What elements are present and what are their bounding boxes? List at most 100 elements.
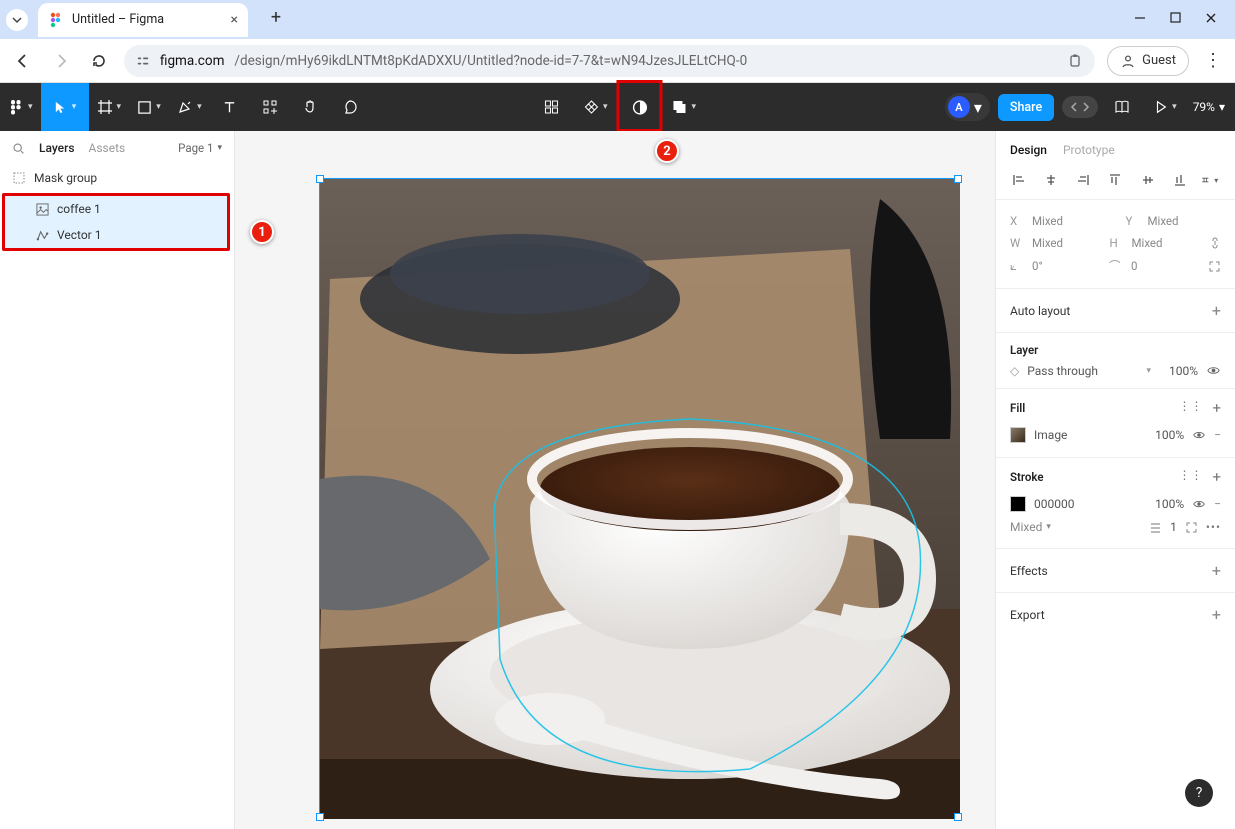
tab-search-button[interactable] [6,9,28,31]
assets-tab[interactable]: Assets [89,141,126,155]
play-icon [1154,100,1168,114]
add-stroke-button[interactable]: + [1212,468,1221,486]
layer-row-vector[interactable]: Vector 1 [5,222,227,248]
stroke-section: Stroke ⋮⋮ + 000000 100% − Mixed▾ 1 ••• [996,458,1235,549]
x-input[interactable]: Mixed [1032,214,1106,228]
components-button[interactable] [531,83,571,131]
fill-type[interactable]: Image [1034,428,1147,442]
window-minimize-button[interactable] [1134,12,1146,24]
multiplayer-avatars[interactable]: A ▾ [945,93,990,121]
w-input[interactable]: Mixed [1032,236,1090,250]
fill-swatch[interactable] [1010,427,1026,443]
chevron-down-icon: ▾ [217,143,222,153]
search-icon[interactable] [12,142,25,155]
window-maximize-button[interactable] [1170,12,1181,23]
export-section[interactable]: Export + [996,593,1235,636]
clipboard-icon[interactable] [1067,53,1083,69]
stroke-swatch[interactable] [1010,496,1026,512]
nav-back-button[interactable] [10,48,36,74]
hand-tool-button[interactable] [290,83,330,131]
align-hcenter-button[interactable] [1040,171,1062,189]
resources-button[interactable] [250,83,290,131]
zoom-value: 79% [1193,100,1215,114]
zoom-control[interactable]: 79% ▾ [1193,100,1225,114]
rotation-input[interactable]: 0° [1032,259,1089,273]
nav-reload-button[interactable] [86,48,112,74]
browser-tab[interactable]: Untitled – Figma × [38,3,248,37]
stroke-per-side-button[interactable] [1185,521,1198,534]
h-input[interactable]: Mixed [1132,236,1190,250]
comment-tool-button[interactable] [330,83,370,131]
add-fill-button[interactable]: + [1212,399,1221,417]
stroke-hex-input[interactable]: 000000 [1034,497,1147,511]
auto-layout-section[interactable]: Auto layout + [996,289,1235,333]
stroke-side-icon[interactable] [1149,521,1162,534]
profile-button[interactable]: Guest [1107,46,1189,76]
opacity-input[interactable]: 100% [1169,364,1198,378]
add-auto-layout-button[interactable]: + [1212,301,1221,320]
present-button[interactable]: ▾ [1146,83,1185,131]
align-left-button[interactable] [1008,171,1030,189]
fill-visibility-toggle[interactable] [1192,428,1206,442]
layer-name: Vector 1 [57,228,101,242]
page-label: Page 1 [178,141,213,155]
fill-opacity-input[interactable]: 100% [1155,428,1184,442]
fill-styles-button[interactable]: ⋮⋮ [1178,399,1202,417]
share-button[interactable]: Share [998,94,1054,121]
dev-mode-toggle[interactable] [1062,96,1098,118]
remove-stroke-button[interactable]: − [1214,497,1221,511]
stroke-weight-input[interactable]: 1 [1170,520,1177,534]
stroke-opacity-input[interactable]: 100% [1155,497,1184,511]
library-button[interactable] [1106,83,1138,131]
align-vcenter-button[interactable] [1137,171,1159,189]
align-top-button[interactable] [1104,171,1126,189]
effects-section[interactable]: Effects + [996,549,1235,593]
figma-logo-icon [8,99,24,115]
move-tool-button[interactable]: ▾ [41,83,89,131]
stroke-advanced-button[interactable]: ••• [1206,520,1221,534]
radius-input[interactable]: 0 [1131,259,1188,273]
layer-row-coffee[interactable]: coffee 1 [5,196,227,222]
selection-frame[interactable] [319,178,959,818]
stroke-styles-button[interactable]: ⋮⋮ [1178,468,1202,486]
add-export-button[interactable]: + [1212,605,1221,624]
canvas[interactable] [235,131,995,829]
distribute-button[interactable]: ▾ [1201,171,1223,189]
layers-tab[interactable]: Layers [39,141,75,155]
align-right-button[interactable] [1072,171,1094,189]
frame-tool-button[interactable]: ▾ [89,83,130,131]
boolean-ops-button[interactable]: ▾ [664,83,705,131]
shape-tool-button[interactable]: ▾ [129,83,169,131]
independent-corners-button[interactable] [1208,260,1221,273]
constrain-proportions-button[interactable] [1209,236,1221,250]
mask-button[interactable] [620,83,660,131]
add-effect-button[interactable]: + [1212,561,1221,580]
window-close-button[interactable] [1205,12,1217,24]
url-input[interactable]: figma.com/design/mHy69ikdLNTMt8pKdADXXU/… [124,45,1095,77]
blend-mode-select[interactable]: Pass through [1027,364,1138,378]
help-button[interactable]: ? [1185,779,1213,807]
tab-design[interactable]: Design [1010,143,1047,157]
layer-row-mask-group[interactable]: Mask group [0,165,234,191]
code-icon [1070,100,1090,114]
browser-menu-button[interactable]: ⋮ [1201,50,1225,71]
frame-icon [97,99,113,115]
diamond-icon [583,99,599,115]
y-input[interactable]: Mixed [1148,214,1222,228]
align-bottom-button[interactable] [1169,171,1191,189]
main-menu-button[interactable]: ▾ [0,83,41,131]
nav-forward-button[interactable] [48,48,74,74]
new-tab-button[interactable]: + [262,4,290,32]
stroke-visibility-toggle[interactable] [1192,497,1206,511]
visibility-toggle[interactable] [1206,363,1221,378]
pen-tool-button[interactable]: ▾ [169,83,210,131]
create-component-button[interactable]: ▾ [575,83,616,131]
remove-fill-button[interactable]: − [1214,428,1221,442]
close-tab-button[interactable]: × [231,12,238,28]
page-select[interactable]: Page 1 ▾ [178,141,222,155]
browser-address-bar: figma.com/design/mHy69ikdLNTMt8pKdADXXU/… [0,39,1235,83]
tab-prototype[interactable]: Prototype [1063,143,1115,157]
text-tool-button[interactable] [210,83,250,131]
stroke-align-select[interactable]: Mixed▾ [1010,520,1051,534]
chevron-down-icon: ▾ [974,98,982,117]
